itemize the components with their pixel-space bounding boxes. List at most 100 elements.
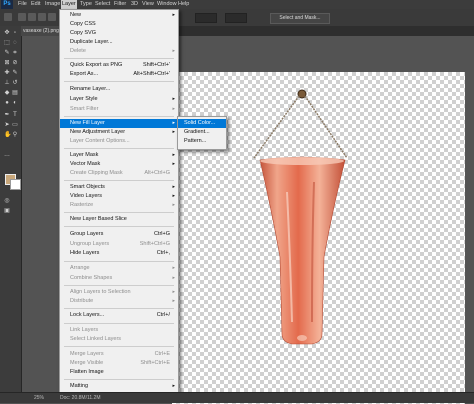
quick-mask-icon[interactable]: ◎ [4, 198, 10, 204]
submenu-arrow-icon: ▸ [172, 106, 175, 112]
menu-item-align-layers[interactable]: Align Layers to Selection ▸ [60, 288, 178, 297]
menu-view[interactable]: View [141, 0, 155, 9]
submenu-arrow-icon: ▸ [172, 184, 175, 190]
menu-item-new-adjustment-layer[interactable]: New Adjustment Layer ▸ [60, 128, 178, 137]
menu-window[interactable]: Window [156, 0, 178, 9]
history-brush-icon[interactable]: ↺ [12, 80, 18, 86]
menu-item-export-as[interactable]: Export As... Alt+Shift+Ctrl+' [60, 70, 178, 79]
menu-item-rasterize[interactable]: Rasterize ▸ [60, 201, 178, 210]
subtract-selection-icon[interactable] [38, 13, 46, 21]
submenu-item-pattern[interactable]: Pattern... [178, 137, 226, 146]
menu-item-layer-style[interactable]: Layer Style ▸ [60, 95, 178, 104]
healing-brush-icon[interactable]: ✚ [4, 70, 10, 76]
add-selection-icon[interactable] [28, 13, 36, 21]
menu-item-smart-objects[interactable]: Smart Objects ▸ [60, 183, 178, 192]
menu-separator [64, 379, 174, 380]
screen-mode-icon[interactable]: ▣ [4, 208, 10, 214]
height-field[interactable] [225, 13, 247, 23]
menu-item-create-clipping-mask[interactable]: Create Clipping Mask Alt+Ctrl+G [60, 169, 178, 178]
more-tools-icon[interactable]: … [4, 152, 10, 158]
menu-image[interactable]: Image [44, 0, 61, 9]
new-fill-layer-submenu: Solid Color... Gradient... Pattern... [177, 116, 227, 150]
submenu-arrow-icon: ▸ [172, 96, 175, 102]
menu-select[interactable]: Select [94, 0, 111, 9]
submenu-arrow-icon: ▸ [172, 48, 175, 54]
menu-item-merge-layers[interactable]: Merge Layers Ctrl+E [60, 350, 178, 359]
menu-item-link-layers[interactable]: Link Layers [60, 326, 178, 335]
menu-separator [64, 212, 174, 213]
menu-item-hide-layers[interactable]: Hide Layers Ctrl+, [60, 249, 178, 258]
submenu-arrow-icon: ▸ [172, 275, 175, 281]
menu-item-rename-layer[interactable]: Rename Layer... [60, 85, 178, 94]
menu-file[interactable]: File [17, 0, 28, 9]
pen-tool-icon[interactable]: ✒ [4, 112, 10, 118]
submenu-item-solid-color[interactable]: Solid Color... [178, 119, 226, 128]
menu-item-video-layers[interactable]: Video Layers ▸ [60, 192, 178, 201]
menu-item-ungroup-layers[interactable]: Ungroup Layers Shift+Ctrl+G [60, 240, 178, 249]
blur-tool-icon[interactable]: ● [4, 100, 10, 106]
menu-item-delete[interactable]: Delete ▸ [60, 47, 178, 56]
menu-item-new-fill-layer[interactable]: New Fill Layer ▸ [60, 119, 178, 128]
submenu-item-gradient[interactable]: Gradient... [178, 128, 226, 137]
menu-item-layer-content-options[interactable]: Layer Content Options... [60, 137, 178, 146]
menu-item-merge-visible[interactable]: Merge Visible Shift+Ctrl+E [60, 359, 178, 368]
quick-select-icon[interactable]: ✎ [4, 50, 10, 56]
eyedropper-icon[interactable]: ⊘ [12, 60, 18, 66]
crop-tool-icon[interactable]: ⌗ [12, 50, 18, 56]
menu-separator [64, 180, 174, 181]
menu-item-copy-svg[interactable]: Copy SVG [60, 29, 178, 38]
menu-item-select-linked-layers[interactable]: Select Linked Layers [60, 335, 178, 344]
menu-item-lock-layers[interactable]: Lock Layers... Ctrl+/ [60, 311, 178, 320]
menu-item-smart-filter[interactable]: Smart Filter ▸ [60, 105, 178, 114]
menu-item-flatten-image[interactable]: Flatten Image [60, 368, 178, 377]
menu-edit[interactable]: Edit [30, 0, 41, 9]
menu-item-distribute[interactable]: Distribute ▸ [60, 297, 178, 306]
move-tool-icon[interactable]: ✥ [4, 30, 10, 36]
menu-type[interactable]: Type [79, 0, 93, 9]
hand-tool-icon[interactable]: ✋ [4, 132, 11, 138]
menu-separator [64, 261, 174, 262]
menu-item-new-layer-based-slice[interactable]: New Layer Based Slice [60, 215, 178, 224]
eraser-tool-icon[interactable]: ◆ [4, 90, 10, 96]
menu-item-new[interactable]: New ▸ [60, 11, 178, 20]
submenu-arrow-icon: ▸ [172, 298, 175, 304]
new-selection-icon[interactable] [18, 13, 26, 21]
tools-panel: ✥ ▫ ⬚ ◌ ✎ ⌗ ⊠ ⊘ ✚ ✎ ⊥ ↺ ◆ ▤ ● ◐ ✒ T ➤ ▭ … [0, 26, 22, 392]
frame-tool-icon[interactable]: ⊠ [4, 60, 10, 66]
menu-item-combine-shapes[interactable]: Combine Shapes ▸ [60, 274, 178, 283]
menu-item-copy-css[interactable]: Copy CSS [60, 20, 178, 29]
submenu-arrow-icon: ▸ [172, 161, 175, 167]
menu-item-layer-mask[interactable]: Layer Mask ▸ [60, 151, 178, 160]
menu-item-quick-export-png[interactable]: Quick Export as PNG Shift+Ctrl+' [60, 61, 178, 70]
intersect-selection-icon[interactable] [48, 13, 56, 21]
marquee-tool-icon[interactable] [4, 13, 12, 21]
menu-item-matting[interactable]: Matting ▸ [60, 382, 178, 391]
brush-tool-icon[interactable]: ✎ [12, 70, 18, 76]
shape-tool-icon[interactable]: ▭ [12, 122, 18, 128]
dodge-tool-icon[interactable]: ◐ [12, 100, 18, 106]
layer-menu-dropdown: New ▸ Copy CSS Copy SVG Duplicate Layer..… [59, 9, 179, 394]
menu-item-group-layers[interactable]: Group Layers Ctrl+G [60, 230, 178, 239]
menu-item-vector-mask[interactable]: Vector Mask ▸ [60, 160, 178, 169]
menu-layer[interactable]: Layer [61, 0, 77, 9]
menu-3d[interactable]: 3D [130, 0, 139, 9]
gradient-tool-icon[interactable]: ▤ [12, 90, 18, 96]
width-field[interactable] [195, 13, 217, 23]
menu-filter[interactable]: Filter [113, 0, 127, 9]
lasso-tool-icon[interactable]: ◌ [12, 40, 18, 46]
path-select-icon[interactable]: ➤ [4, 122, 10, 128]
submenu-arrow-icon: ▸ [172, 120, 175, 126]
menu-bar: Ps File Edit Image Layer Type Select Fil… [0, 0, 474, 9]
document-tab[interactable]: vaseaxe (2).png [21, 26, 59, 36]
select-and-mask-button[interactable]: Select and Mask... [270, 13, 330, 24]
menu-item-duplicate-layer[interactable]: Duplicate Layer... [60, 38, 178, 47]
marquee-tool-icon[interactable]: ⬚ [4, 40, 10, 46]
background-color-swatch[interactable] [10, 179, 21, 190]
menu-item-arrange[interactable]: Arrange ▸ [60, 264, 178, 273]
zoom-tool-icon[interactable]: ⚲ [12, 132, 18, 138]
menu-help[interactable]: Help [177, 0, 190, 9]
clone-stamp-icon[interactable]: ⊥ [4, 80, 10, 86]
type-tool-icon[interactable]: T [12, 112, 18, 118]
submenu-arrow-icon: ▸ [172, 265, 175, 271]
artboard-tool-icon[interactable]: ▫ [12, 30, 18, 36]
